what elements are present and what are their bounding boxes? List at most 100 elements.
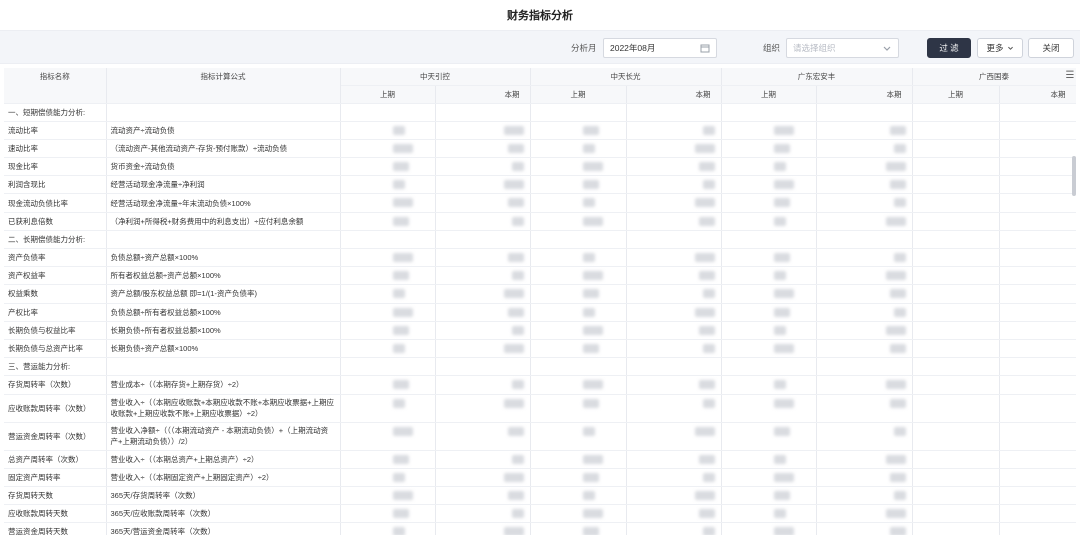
table-row: 流动比率 流动资产÷流动负债 (4, 121, 1076, 140)
more-button[interactable]: 更多 (977, 38, 1023, 58)
redacted-value (507, 143, 524, 153)
filter-button[interactable]: 过 滤 (927, 38, 971, 58)
close-button[interactable]: 关闭 (1028, 38, 1074, 58)
redacted-value (893, 307, 906, 317)
curr-value-cell (435, 504, 531, 524)
redacted-value (582, 289, 599, 299)
company-header: 中天长光 (530, 68, 722, 86)
redacted-value (773, 289, 794, 299)
curr-value-cell (999, 357, 1076, 377)
redacted-value (773, 162, 786, 172)
curr-value-cell (626, 486, 722, 506)
curr-value-cell (626, 450, 722, 469)
redacted-value (773, 343, 794, 353)
page-title: 财务指标分析 (507, 10, 573, 22)
prev-value-cell (721, 212, 817, 231)
redacted-value (507, 253, 524, 262)
indicator-name: 现金比率 (4, 157, 107, 177)
prev-value-cell (530, 284, 627, 304)
redacted-value (392, 398, 405, 408)
prev-value-cell (912, 212, 1000, 231)
curr-value-cell (626, 121, 722, 140)
redacted-value (694, 198, 715, 208)
curr-value-cell (999, 230, 1076, 250)
redacted-value (392, 125, 405, 135)
prev-value-cell (721, 339, 817, 359)
indicator-name: 产权比率 (4, 303, 107, 322)
chevron-down-icon (882, 43, 892, 53)
section-title: 二、长期偿债能力分析: (4, 230, 107, 250)
indicator-name: 利润含现比 (4, 175, 107, 195)
vertical-scrollbar[interactable] (1072, 156, 1076, 196)
prev-value-cell (530, 266, 627, 286)
redacted-value (582, 216, 603, 226)
prev-value-cell (912, 522, 1000, 535)
redacted-value (893, 490, 906, 500)
redacted-value (392, 325, 409, 335)
prev-value-cell (912, 193, 1000, 213)
curr-value-cell (626, 504, 722, 524)
table-row: 权益乘数 资产总额/股东权益总额 即=1/(1-资产负债率) (4, 284, 1076, 304)
redacted-value (582, 426, 595, 436)
table-row: 现金比率 货币资金÷流动负债 (4, 157, 1076, 177)
curr-value-cell (999, 103, 1076, 122)
curr-value-cell (816, 103, 913, 122)
section-row: 一、短期偿债能力分析: (4, 103, 1076, 122)
curr-value-cell (816, 375, 913, 395)
redacted-value (773, 398, 794, 408)
redacted-value (392, 143, 413, 153)
redacted-value (885, 380, 906, 390)
redacted-value (702, 289, 715, 299)
curr-value-cell (435, 486, 531, 506)
col-header-name: 指标名称 (4, 68, 107, 104)
indicator-formula: 长期负债÷资产总额×100% (106, 339, 341, 359)
prev-value-cell (721, 375, 817, 395)
redacted-value (889, 125, 906, 135)
redacted-value (582, 125, 599, 135)
org-select[interactable]: 请选择组织 (786, 38, 899, 58)
prev-value-cell (721, 321, 817, 340)
curr-value-cell (999, 486, 1076, 506)
curr-value-cell (816, 248, 913, 268)
prev-value-cell (340, 175, 436, 195)
table-row: 长期负债与总资产比率 长期负债÷资产总额×100% (4, 339, 1076, 359)
indicator-formula: 营业收入÷（（本期固定资产+上期固定资产）÷2） (106, 468, 341, 487)
curr-value-cell (435, 175, 531, 195)
curr-value-cell (999, 522, 1076, 535)
period-picker[interactable]: 2022年08月 (603, 38, 717, 58)
redacted-value (582, 198, 595, 208)
redacted-value (392, 454, 409, 464)
indicator-formula: 365天/存货周转率（次数） (106, 486, 341, 506)
curr-value-cell (435, 339, 531, 359)
redacted-value (885, 325, 906, 335)
prev-value-cell (912, 121, 1000, 140)
column-menu-icon[interactable]: ☰ (1064, 70, 1076, 81)
redacted-value (582, 307, 595, 317)
redacted-value (773, 180, 794, 190)
prev-value-cell (530, 193, 627, 213)
redacted-value (885, 271, 906, 281)
indicator-name: 资产负债率 (4, 248, 107, 268)
curr-value-cell (435, 157, 531, 177)
redacted-value (773, 426, 790, 436)
indicator-formula (106, 357, 341, 377)
company-header: 广西国泰 (912, 68, 1076, 86)
redacted-value (511, 216, 524, 226)
curr-value-cell (816, 193, 913, 213)
prev-value-cell (530, 468, 627, 487)
redacted-value (507, 198, 524, 208)
curr-value-cell (816, 522, 913, 535)
redacted-value (773, 472, 794, 482)
redacted-value (392, 343, 405, 353)
prev-value-cell (340, 157, 436, 177)
section-row: 二、长期偿债能力分析: (4, 230, 1076, 250)
prev-value-cell (912, 394, 1000, 423)
prev-value-cell (340, 284, 436, 304)
chevron-down-icon (1007, 46, 1013, 50)
prev-value-cell (721, 504, 817, 524)
redacted-value (582, 509, 603, 519)
prev-value-cell (912, 230, 1000, 250)
redacted-value (773, 143, 790, 153)
redacted-value (582, 343, 599, 353)
redacted-value (582, 325, 603, 335)
